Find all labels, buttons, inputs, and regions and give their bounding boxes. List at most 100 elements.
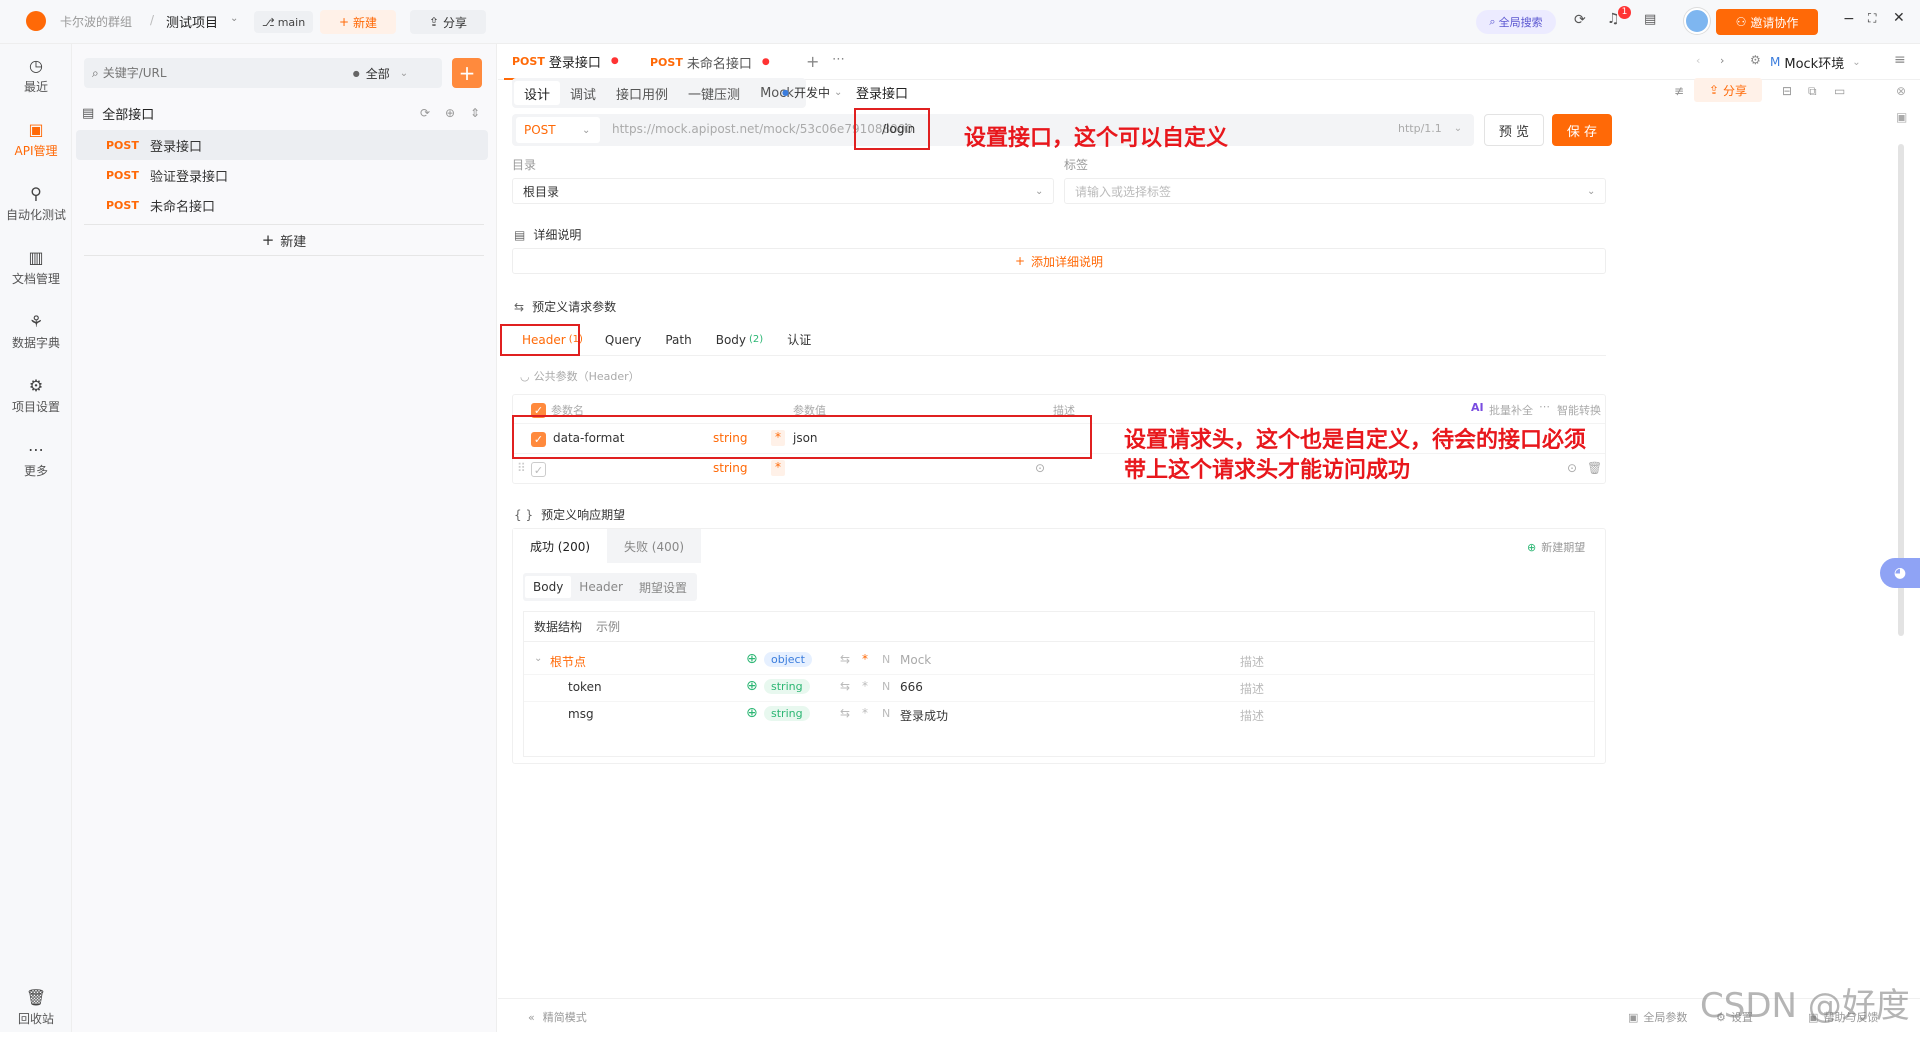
field-desc[interactable]: 描述 [1240, 707, 1264, 724]
nullable-icon[interactable]: N [882, 680, 890, 693]
public-params-toggle[interactable]: ◡ 公共参数（Header） [520, 368, 640, 384]
tab-success[interactable]: 成功 (200) [513, 529, 607, 563]
schema-row[interactable]: msg ⊕ string ⇆ * N 登录成功 描述 [524, 702, 1594, 729]
avatar[interactable] [1684, 8, 1710, 34]
tab-schema[interactable]: 数据结构 [534, 618, 582, 635]
tree-filter[interactable]: 全部 [366, 65, 390, 82]
collapse-icon[interactable]: ⌄ [534, 653, 542, 664]
nullable-icon[interactable]: N [882, 707, 890, 720]
field-desc[interactable]: 描述 [1240, 680, 1264, 697]
swap-icon[interactable]: ⇆ [840, 706, 850, 720]
info-panel-icon[interactable]: ▣ [1896, 110, 1907, 124]
protocol-select[interactable]: http/1.1 ⌄ [1398, 122, 1462, 135]
new-expectation-button[interactable]: ⊕ 新建期望 [1527, 539, 1585, 555]
nav-trash[interactable]: 🗑 回收站 [0, 976, 72, 1040]
refresh-icon[interactable]: ⟳ [420, 106, 430, 120]
add-child-icon[interactable]: ⊕ [746, 651, 758, 667]
nullable-icon[interactable]: N [882, 653, 890, 666]
floating-assistant-button[interactable]: ◕ [1880, 558, 1920, 588]
inner-tab-header[interactable]: Header [571, 576, 631, 598]
subtab-design[interactable]: 设计 [514, 81, 561, 105]
save-icon[interactable]: ▭ [1834, 84, 1845, 98]
field-type[interactable]: string [764, 706, 810, 721]
env-settings-icon[interactable]: ⚙ [1750, 53, 1761, 67]
required-icon[interactable]: * [862, 652, 868, 666]
required-icon[interactable]: * [862, 679, 868, 693]
next-tab-icon[interactable]: › [1720, 54, 1724, 67]
param-tab-auth[interactable]: 认证 [775, 331, 823, 348]
more-icon[interactable]: ⋯ [1539, 400, 1550, 413]
swap-icon[interactable]: ⇆ [840, 679, 850, 693]
chevron-down-icon[interactable]: ⌄ [230, 13, 238, 24]
nav-recent[interactable]: ◷ 最近 [0, 44, 72, 108]
dir-select[interactable]: 根目录 ⌄ [512, 178, 1054, 204]
value-mock-icon[interactable]: ⊙ [1035, 461, 1045, 475]
status-selector[interactable]: ● 开发中 ⌄ [782, 84, 842, 101]
sync-icon[interactable]: ⟳ [1574, 12, 1586, 28]
tab-unnamed[interactable]: POST 未命名接口 ● [642, 44, 778, 80]
nav-settings[interactable]: ⚙ 项目设置 [0, 364, 72, 428]
param-type[interactable]: string [713, 461, 747, 475]
tree-search[interactable]: ⌕ ● 全部 ⌄ [84, 58, 442, 88]
prev-tab-icon[interactable]: ‹ [1696, 54, 1700, 67]
param-tab-body[interactable]: Body (2) [704, 333, 775, 347]
close-icon[interactable]: ✕ [1893, 10, 1905, 26]
global-search-button[interactable]: ⌕ 全局搜索 [1476, 10, 1556, 34]
nav-docs[interactable]: ▥ 文档管理 [0, 236, 72, 300]
new-button[interactable]: + 新建 [320, 10, 396, 34]
inner-tab-body[interactable]: Body [525, 576, 572, 598]
subtab-cases[interactable]: 接口用例 [606, 81, 678, 105]
smart-convert-button[interactable]: 智能转换 [1557, 402, 1601, 418]
ai-icon[interactable]: AI [1471, 401, 1484, 414]
nav-dict[interactable]: ⚘ 数据字典 [0, 300, 72, 364]
subtab-stress[interactable]: 一键压测 [678, 81, 750, 105]
sort-icon[interactable]: ⇕ [470, 106, 480, 120]
tag-select[interactable]: 请输入或选择标签 ⌄ [1064, 178, 1606, 204]
api-name[interactable]: 登录接口 [856, 83, 908, 102]
required-icon[interactable]: * [862, 706, 868, 720]
chevron-down-icon[interactable]: ⌄ [400, 68, 408, 79]
tab-login[interactable]: POST 登录接口 ● [504, 44, 627, 80]
field-mock[interactable]: Mock [900, 653, 931, 667]
nav-autotest[interactable]: ⚲ 自动化测试 [0, 172, 72, 236]
add-child-icon[interactable]: ⊕ [746, 678, 758, 694]
row-checkbox[interactable]: ✓ [531, 462, 546, 477]
row-action-icon[interactable]: ⊙ [1567, 461, 1577, 475]
subtab-debug[interactable]: 调试 [560, 81, 606, 105]
more-tabs-icon[interactable]: ⋯ [832, 52, 845, 67]
message-icon[interactable]: ▤ [1644, 12, 1656, 27]
branch-selector[interactable]: ⎇ main [254, 11, 314, 33]
preview-button[interactable]: 预 览 [1484, 114, 1544, 146]
tree-add-button[interactable]: + [452, 58, 482, 88]
global-params-button[interactable]: ▣ 全局参数 [1628, 1009, 1687, 1025]
tree-item[interactable]: POST 验证登录接口 [76, 160, 488, 190]
nav-more[interactable]: ⋯ 更多 [0, 428, 72, 492]
add-tab-icon[interactable]: + [806, 52, 819, 71]
nav-api[interactable]: ▣ API管理 [0, 108, 72, 172]
field-mock[interactable]: 登录成功 [900, 707, 948, 724]
field-type[interactable]: object [764, 652, 812, 667]
tree-root[interactable]: ▤ 全部接口 ⟳ ⊕ ⇕ [82, 100, 482, 126]
menu-icon[interactable]: ≡ [1894, 52, 1906, 68]
format-icon[interactable]: ≢ [1674, 84, 1684, 98]
locate-icon[interactable]: ⊕ [445, 106, 455, 120]
share-api-button[interactable]: ⇪ 分享 [1694, 78, 1762, 102]
close-panel-icon[interactable]: ⊗ [1896, 84, 1906, 98]
schema-row[interactable]: token ⊕ string ⇆ * N 666 描述 [524, 675, 1594, 702]
tab-fail[interactable]: 失败 (400) [607, 529, 701, 563]
team-name[interactable]: 卡尔波的群组 [60, 13, 132, 30]
invite-button[interactable]: ⚇ 邀请协作 [1716, 9, 1818, 35]
project-name[interactable]: 测试项目 [166, 12, 218, 31]
batch-complete-button[interactable]: 批量补全 [1489, 402, 1533, 418]
env-selector[interactable]: M Mock环境 ⌄ [1770, 51, 1861, 73]
tree-new-button[interactable]: + 新建 [84, 224, 484, 256]
field-mock[interactable]: 666 [900, 680, 923, 694]
save-button[interactable]: 保 存 [1552, 114, 1612, 146]
tree-item[interactable]: POST 未命名接口 [76, 190, 488, 220]
swap-icon[interactable]: ⇆ [840, 652, 850, 666]
drag-handle-icon[interactable]: ⠿ [517, 461, 526, 475]
param-tab-path[interactable]: Path [653, 333, 703, 347]
tree-search-input[interactable] [102, 66, 353, 80]
tab-example[interactable]: 示例 [596, 618, 620, 635]
tree-item[interactable]: POST 登录接口 [76, 130, 488, 160]
